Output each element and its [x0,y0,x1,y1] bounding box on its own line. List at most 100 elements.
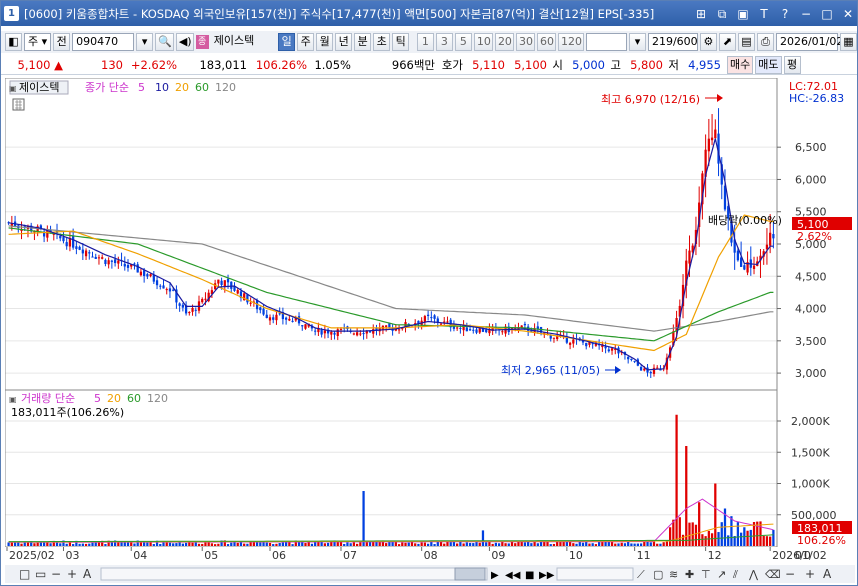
candle-body [769,232,772,246]
tab-day[interactable]: 일 [278,33,296,51]
candle-body [230,281,233,289]
volume-bar [433,544,436,546]
volume-bar [104,544,107,546]
sell-button[interactable]: 매도 [755,55,782,74]
volume-bar [226,544,230,546]
candle-body [155,280,159,286]
volume-bar [423,542,427,546]
layout-icon[interactable]: ⊞ [692,5,710,23]
bar-count-field[interactable]: 219/600 [647,33,698,51]
tab-minute[interactable]: 분 [354,33,372,51]
font-icon[interactable]: T [755,5,773,23]
x-tick-label: 09 [491,549,505,562]
search-icon[interactable]: 🔍 [155,33,174,51]
volume-bar [152,544,155,546]
candle-body [268,317,272,321]
minus-icon[interactable]: − [51,567,61,581]
interval-60[interactable]: 60 [536,33,556,51]
interval-30[interactable]: 30 [515,33,535,51]
rewind-icon[interactable]: ◀◀ [505,570,521,581]
volume-bar [527,541,530,546]
interval-1[interactable]: 1 [416,33,434,51]
x-tick-label: 11 [637,549,651,562]
tab-second[interactable]: 초 [373,33,391,51]
panel-menu-icon: ▣ [9,84,17,93]
interval-dropdown-icon[interactable]: ▾ [628,33,646,51]
draw-zigzag-icon[interactable]: ⋀ [748,568,759,581]
volume-bar [243,543,246,546]
sound-icon[interactable]: ◀) [175,33,194,51]
zoom-out-icon[interactable]: □ [19,567,30,581]
tab-tick[interactable]: 틱 [392,33,410,51]
stock-code-input[interactable]: 090470 [72,33,135,51]
draw-text-icon[interactable]: ⊤ [701,568,711,581]
candle-body [478,328,481,333]
high-label: 고 [610,57,621,72]
interval-5[interactable]: 5 [454,33,472,51]
scroll-thumb[interactable] [454,567,486,581]
volume-legend-prefix: 거래량 단순 [21,392,75,405]
draw-line-icon[interactable]: ⟋ [637,568,645,581]
candle-body [314,330,317,332]
footer-minus-icon[interactable]: − [785,567,795,581]
panel-toggle-icon[interactable]: ◧ [5,33,22,51]
print-icon[interactable]: ⎙ [756,33,774,51]
volume-bar [359,542,362,546]
interval-custom-input[interactable] [585,33,627,51]
draw-arrow-icon[interactable]: ↗ [717,568,726,581]
volume-bar [36,542,39,546]
save-icon[interactable]: ▤ [737,33,755,51]
volume-bar [636,543,639,546]
indicator-icon[interactable]: ⚙ [699,33,717,51]
eval-button[interactable]: 평 [783,55,801,74]
volume-bar [704,536,707,546]
footer-font-icon[interactable]: A [823,567,832,581]
interval-10[interactable]: 10 [473,33,493,51]
stop-icon[interactable]: ■ [525,570,534,581]
help-icon[interactable]: ? [776,5,794,23]
period-select[interactable]: 주 ▾ [24,33,52,51]
draw-cross-icon[interactable]: ✚ [685,568,694,581]
footer-plus-icon[interactable]: + [805,567,815,581]
play-icon[interactable]: ▶ [491,570,499,581]
interval-120[interactable]: 120 [557,33,584,51]
close-button[interactable]: ✕ [839,5,857,23]
chart-type-icon[interactable]: ⬈ [718,33,736,51]
draw-box-icon[interactable]: ▢ [653,568,663,581]
draw-erase-icon[interactable]: ⌫ [765,568,781,581]
price-tick-label: 4,500 [795,270,827,283]
volume-bar [281,542,285,546]
calendar-icon[interactable]: ▦ [839,33,857,51]
buy-button[interactable]: 매수 [727,55,754,74]
scroll-track[interactable] [100,567,488,581]
screen-icon[interactable]: ▣ [734,5,752,23]
tab-month[interactable]: 월 [316,33,334,51]
text-icon[interactable]: A [83,567,92,581]
volume-bar [407,542,410,546]
draw-fib-icon[interactable]: ≋ [669,568,678,581]
interval-3[interactable]: 3 [435,33,453,51]
copy-window-icon[interactable]: ⧉ [713,5,731,23]
candle-body [117,260,120,264]
grid-toggle-icon[interactable] [12,98,25,111]
maximize-button[interactable]: □ [818,5,836,23]
speed-slider[interactable] [556,567,634,581]
tab-year[interactable]: 년 [335,33,353,51]
candle-body [572,339,575,344]
interval-20[interactable]: 20 [494,33,514,51]
draw-channel-icon[interactable]: ⫽ [732,568,738,581]
candle-body [643,368,646,371]
chart-area[interactable]: ▣ 제이스텍 종가 단순 5 10 20 60 120 LC:72.01 HC:… [4,77,855,583]
minimize-button[interactable]: − [797,5,815,23]
code-dropdown-icon[interactable]: ▾ [136,33,154,51]
fit-icon[interactable]: ▭ [35,567,46,581]
plus-icon[interactable]: + [67,567,77,581]
candle-body [552,337,556,339]
tab-week[interactable]: 주 [297,33,315,51]
date-field[interactable]: 2026/01/02 [775,33,843,51]
candle-body [472,329,475,331]
stock-chart[interactable]: ▣ 제이스텍 종가 단순 5 10 20 60 120 LC:72.01 HC:… [4,77,855,583]
prev-button[interactable]: 전 [53,33,71,51]
price-change: 130 [101,57,123,72]
forward-icon[interactable]: ▶▶ [539,570,555,581]
